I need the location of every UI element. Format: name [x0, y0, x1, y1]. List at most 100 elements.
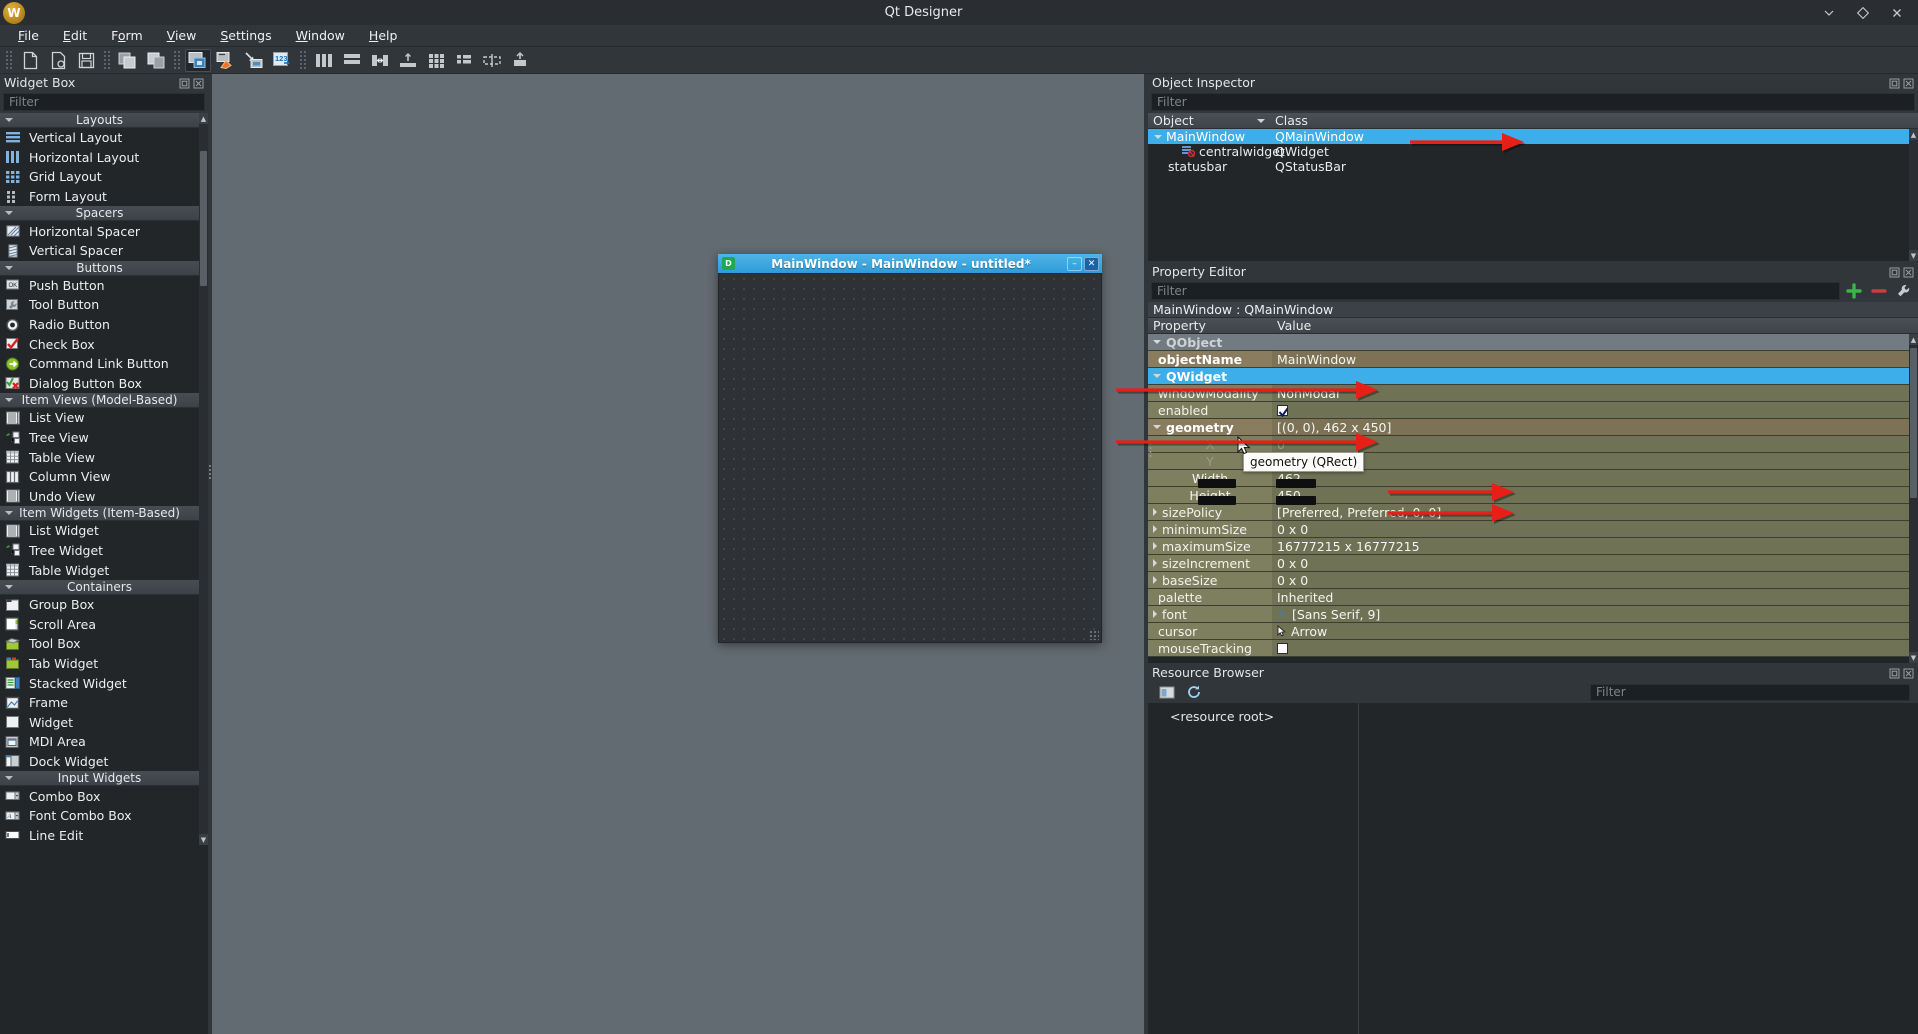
property-drag-handle[interactable] [1149, 442, 1152, 458]
property-value[interactable]: 0 [1277, 437, 1285, 452]
widget-item-check-box[interactable]: Check Box [0, 334, 199, 354]
edit-signals-slots-icon[interactable] [213, 49, 239, 72]
widget-item-font-combo-box[interactable]: A Font Combo Box [0, 806, 199, 826]
chevron-down-icon[interactable] [1153, 425, 1161, 429]
widget-category-spacers[interactable]: Spacers [0, 206, 199, 222]
widget-box-filter-input[interactable]: Filter [3, 93, 205, 111]
form-resize-grip[interactable] [1089, 630, 1099, 640]
property-row-basesize[interactable]: baseSize 0 x 0 [1148, 572, 1918, 589]
add-dynamic-property-button[interactable] [1843, 282, 1865, 301]
property-checkbox[interactable] [1277, 404, 1289, 417]
widget-item-vertical-spacer[interactable]: Vertical Spacer [0, 241, 199, 261]
redo-icon[interactable] [143, 49, 169, 72]
canvas-lower[interactable] [212, 845, 1144, 1034]
property-value[interactable]: 16777215 x 16777215 [1277, 539, 1420, 554]
widget-item-list-view[interactable]: List View [0, 408, 199, 428]
property-row-sizeincrement[interactable]: sizeIncrement 0 x 0 [1148, 555, 1918, 572]
form-minimize-icon[interactable]: – [1067, 256, 1082, 271]
undo-icon[interactable] [115, 49, 141, 72]
widget-item-tree-widget[interactable]: Tree Widget [0, 541, 199, 561]
widget-item-frame[interactable]: Frame [0, 693, 199, 713]
save-form-icon[interactable] [73, 49, 99, 72]
chevron-right-icon[interactable] [1153, 542, 1157, 550]
scroll-down-icon[interactable]: ▼ [199, 834, 208, 845]
property-value[interactable]: 0 x 0 [1277, 522, 1308, 537]
property-value[interactable]: [Preferred, Preferred, 0, 0] [1277, 505, 1441, 520]
form-close-icon[interactable]: ✕ [1084, 256, 1099, 271]
property-row-windowmodality[interactable]: windowModality NonModal [1148, 385, 1918, 402]
float-icon[interactable] [1889, 77, 1900, 89]
widget-item-vertical-layout[interactable]: Vertical Layout [0, 128, 199, 148]
property-row-mousetracking[interactable]: mouseTracking [1148, 640, 1918, 657]
property-value[interactable]: Arrow [1291, 624, 1327, 639]
object-row-mainwindow[interactable]: MainWindow QMainWindow [1148, 129, 1918, 144]
remove-dynamic-property-button[interactable] [1868, 282, 1890, 301]
widget-item-column-view[interactable]: Column View [0, 467, 199, 487]
chevron-right-icon[interactable] [1153, 576, 1157, 584]
edit-widgets-icon[interactable] [185, 48, 211, 72]
widget-item-tree-view[interactable]: Tree View [0, 428, 199, 448]
property-rows[interactable]: QObject objectName MainWindow QWidget window… [1148, 334, 1918, 663]
form-canvas-area[interactable]: D MainWindow - MainWindow - untitled* – … [212, 74, 1144, 845]
widget-item-dock-widget[interactable]: Dock Widget [0, 752, 199, 772]
layout-horizontally-icon[interactable] [311, 49, 337, 72]
widget-item-push-button[interactable]: OK Push Button [0, 276, 199, 296]
menu-edit[interactable]: Edit [51, 26, 99, 45]
widget-item-table-view[interactable]: Table View [0, 447, 199, 467]
float-icon[interactable] [1889, 266, 1900, 278]
widget-item-horizontal-layout[interactable]: Horizontal Layout [0, 148, 199, 168]
property-value[interactable]: NonModal [1277, 386, 1339, 401]
menu-settings[interactable]: Settings [208, 26, 283, 45]
menu-window[interactable]: Window [284, 26, 357, 45]
widget-item-horizontal-spacer[interactable]: Horizontal Spacer [0, 221, 199, 241]
column-header-class[interactable]: Class [1270, 113, 1918, 128]
menu-form[interactable]: Form [99, 26, 155, 45]
widget-item-form-layout[interactable]: Form Layout [0, 187, 199, 207]
layout-form-icon[interactable] [451, 49, 477, 72]
widget-category-item-widgets-item-based[interactable]: Item Widgets (Item-Based) [0, 506, 199, 522]
property-row-qobject[interactable]: QObject [1148, 334, 1918, 351]
chevron-right-icon[interactable] [1153, 508, 1157, 516]
maximize-icon[interactable] [1856, 6, 1870, 20]
close-icon[interactable] [1903, 266, 1914, 278]
property-row-qwidget[interactable]: QWidget [1148, 368, 1918, 385]
menu-file[interactable]: File [6, 26, 51, 45]
widget-item-mdi-area[interactable]: MDI Area [0, 732, 199, 752]
object-inspector-filter-input[interactable]: Filter [1151, 93, 1915, 111]
resource-tree[interactable]: <resource root> [1148, 703, 1358, 845]
widget-item-grid-layout[interactable]: Grid Layout [0, 167, 199, 187]
open-form-icon[interactable] [45, 49, 71, 72]
widget-box-scroll-thumb[interactable] [200, 151, 207, 286]
edit-buddies-icon[interactable] [241, 49, 267, 72]
property-row-x[interactable]: X0 [1148, 436, 1918, 453]
property-value[interactable]: [(0, 0), 462 x 450] [1277, 420, 1391, 435]
menu-view[interactable]: View [155, 26, 209, 45]
property-row-minimumsize[interactable]: minimumSize 0 x 0 [1148, 521, 1918, 538]
chevron-right-icon[interactable] [1153, 610, 1157, 618]
widget-item-undo-view[interactable]: Undo View [0, 487, 199, 507]
widget-category-containers[interactable]: Containers [0, 579, 199, 595]
widget-item-tool-button[interactable]: Tool Button [0, 295, 199, 315]
widget-item-radio-button[interactable]: Radio Button [0, 315, 199, 335]
form-preview-window[interactable]: D MainWindow - MainWindow - untitled* – … [718, 254, 1102, 643]
property-value[interactable]: MainWindow [1277, 352, 1356, 367]
column-header-value[interactable]: Value [1272, 318, 1918, 333]
break-layout-icon[interactable] [479, 49, 505, 72]
edit-resources-button[interactable] [1156, 683, 1178, 702]
widget-category-buttons[interactable]: Buttons [0, 260, 199, 276]
widget-item-list-widget[interactable]: List Widget [0, 521, 199, 541]
widget-item-scroll-area[interactable]: Scroll Area [0, 614, 199, 634]
widget-item-stacked-widget[interactable]: Stacked Widget [0, 673, 199, 693]
widget-item-dialog-button-box[interactable]: Dialog Button Box [0, 374, 199, 394]
new-form-icon[interactable] [17, 49, 43, 72]
resource-preview-pane[interactable] [1359, 703, 1918, 845]
property-row-font[interactable]: font A [Sans Serif, 9] [1148, 606, 1918, 623]
chevron-down-icon[interactable] [1154, 134, 1162, 139]
widget-item-widget[interactable]: Widget [0, 712, 199, 732]
property-row-objectname[interactable]: objectName MainWindow [1148, 351, 1918, 368]
property-row-maximumsize[interactable]: maximumSize 16777215 x 16777215 [1148, 538, 1918, 555]
float-icon[interactable] [179, 77, 190, 89]
property-value[interactable]: 0 x 0 [1277, 573, 1308, 588]
configure-property-editor-button[interactable] [1893, 282, 1915, 301]
property-row-geometry[interactable]: geometry [(0, 0), 462 x 450] [1148, 419, 1918, 436]
